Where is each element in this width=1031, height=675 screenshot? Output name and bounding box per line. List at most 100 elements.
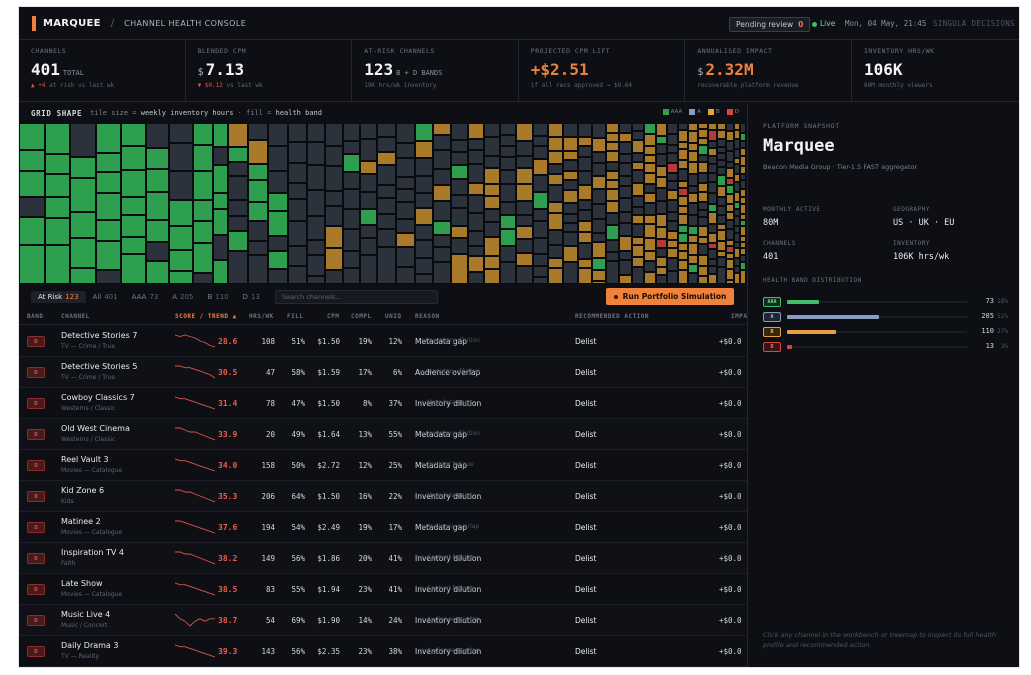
treemap-tile[interactable] — [593, 177, 605, 188]
treemap-tile[interactable] — [699, 256, 707, 265]
channel-name[interactable]: Music Live 4 — [61, 610, 110, 619]
treemap-tile[interactable] — [361, 162, 376, 173]
treemap-tile[interactable] — [735, 203, 739, 208]
treemap-tile[interactable] — [579, 201, 591, 209]
treemap-tile[interactable] — [741, 227, 745, 235]
treemap-tile[interactable] — [269, 194, 287, 210]
treemap-tile[interactable] — [361, 193, 376, 208]
treemap-tile[interactable] — [699, 227, 707, 236]
col-header-compl[interactable]: COMPL — [351, 313, 372, 320]
treemap-tile[interactable] — [397, 124, 414, 142]
treemap-tile[interactable] — [741, 149, 745, 155]
treemap-tile[interactable] — [741, 181, 745, 188]
treemap-tile[interactable] — [679, 234, 687, 242]
treemap-tile[interactable] — [699, 238, 707, 243]
treemap-tile[interactable] — [709, 124, 716, 129]
treemap-tile[interactable] — [727, 132, 733, 140]
treemap-tile[interactable] — [741, 256, 745, 261]
treemap-tile[interactable] — [378, 138, 395, 151]
col-header-fill[interactable]: FILL — [287, 313, 303, 320]
treemap-tile[interactable] — [735, 249, 739, 257]
treemap-tile[interactable] — [668, 191, 677, 199]
treemap-tile[interactable] — [20, 151, 44, 170]
treemap-tile[interactable] — [308, 241, 324, 254]
treemap-tile[interactable] — [645, 156, 655, 162]
treemap-tile[interactable] — [214, 166, 227, 192]
treemap-tile[interactable] — [229, 252, 247, 283]
treemap-tile[interactable] — [344, 210, 359, 228]
treemap-tile[interactable] — [607, 226, 618, 239]
treemap-tile[interactable] — [344, 269, 359, 283]
treemap-tile[interactable] — [517, 267, 532, 283]
treemap-tile[interactable] — [633, 141, 643, 152]
col-header-channel[interactable]: CHANNEL — [61, 313, 90, 320]
channel-name[interactable]: Daily Drama 3 — [61, 641, 118, 650]
treemap-tile[interactable] — [709, 234, 716, 242]
treemap-tile[interactable] — [249, 256, 267, 283]
treemap-tile[interactable] — [469, 151, 483, 163]
treemap-tile[interactable] — [645, 147, 655, 154]
treemap-tile[interactable] — [549, 152, 562, 163]
treemap-tile[interactable] — [214, 210, 227, 234]
treemap-tile[interactable] — [485, 138, 499, 155]
treemap-tile[interactable] — [501, 158, 515, 169]
treemap-tile[interactable] — [122, 147, 145, 169]
treemap-tile[interactable] — [289, 222, 306, 245]
treemap-tile[interactable] — [517, 157, 532, 167]
treemap-tile[interactable] — [689, 244, 697, 254]
treemap-tile[interactable] — [579, 260, 591, 267]
treemap-tile[interactable] — [469, 124, 483, 138]
treemap-tile[interactable] — [657, 240, 666, 247]
treemap-tile[interactable] — [709, 165, 716, 172]
tab-all[interactable]: All 401 — [86, 291, 125, 303]
treemap-tile[interactable] — [741, 249, 745, 254]
treemap-tile[interactable] — [735, 267, 739, 272]
treemap-tile[interactable] — [344, 124, 359, 140]
treemap-tile[interactable] — [170, 144, 192, 170]
treemap-tile[interactable] — [620, 187, 631, 197]
treemap-tile[interactable] — [46, 198, 69, 217]
treemap-tile[interactable] — [549, 165, 562, 173]
treemap-tile[interactable] — [657, 189, 666, 200]
treemap-tile[interactable] — [689, 274, 697, 283]
run-portfolio-simulation-button[interactable]: Run Portfolio Simulation — [606, 288, 734, 305]
treemap-tile[interactable] — [657, 137, 666, 143]
table-row[interactable]: D Kid Zone 6 Kids 35.3 206 64% $1.50 16% 22% Inve… — [19, 481, 747, 512]
treemap-tile[interactable] — [361, 140, 376, 160]
treemap-tile[interactable] — [97, 194, 120, 219]
brand-name[interactable]: MARQUEE — [43, 18, 101, 29]
treemap-tile[interactable] — [485, 238, 499, 255]
treemap-tile[interactable] — [20, 172, 44, 196]
recommended-action[interactable]: Delist — [575, 647, 596, 656]
treemap-tile[interactable] — [620, 199, 631, 211]
search-channels-input[interactable] — [274, 289, 438, 304]
treemap-tile[interactable] — [709, 174, 716, 181]
treemap-tile[interactable] — [645, 164, 655, 172]
treemap-tile[interactable] — [607, 241, 618, 251]
treemap-tile[interactable] — [699, 184, 707, 191]
col-header-score[interactable]: SCORE / TREND ▲ — [175, 313, 237, 320]
treemap-tile[interactable] — [147, 262, 168, 283]
treemap-tile[interactable] — [741, 198, 745, 203]
treemap-tile[interactable] — [727, 179, 733, 184]
treemap-tile[interactable] — [344, 190, 359, 208]
treemap-tile[interactable] — [147, 193, 168, 219]
treemap-tile[interactable] — [645, 273, 655, 283]
treemap-tile[interactable] — [727, 169, 733, 177]
treemap-tile[interactable] — [718, 154, 725, 159]
treemap-tile[interactable] — [71, 179, 95, 211]
treemap-tile[interactable] — [361, 239, 376, 254]
treemap-tile[interactable] — [718, 207, 725, 214]
channel-name[interactable]: Cowboy Classics 7 — [61, 393, 135, 402]
tab-a[interactable]: A 205 — [165, 291, 200, 303]
treemap-tile[interactable] — [741, 142, 745, 147]
treemap-tile[interactable] — [679, 150, 687, 159]
treemap-tile[interactable] — [699, 267, 707, 275]
treemap-tile[interactable] — [534, 210, 547, 220]
treemap-tile[interactable] — [194, 201, 212, 220]
treemap-tile[interactable] — [593, 190, 605, 203]
treemap-tile[interactable] — [416, 241, 432, 257]
treemap-tile[interactable] — [689, 124, 697, 130]
treemap-tile[interactable] — [434, 248, 450, 261]
treemap-tile[interactable] — [735, 150, 739, 157]
